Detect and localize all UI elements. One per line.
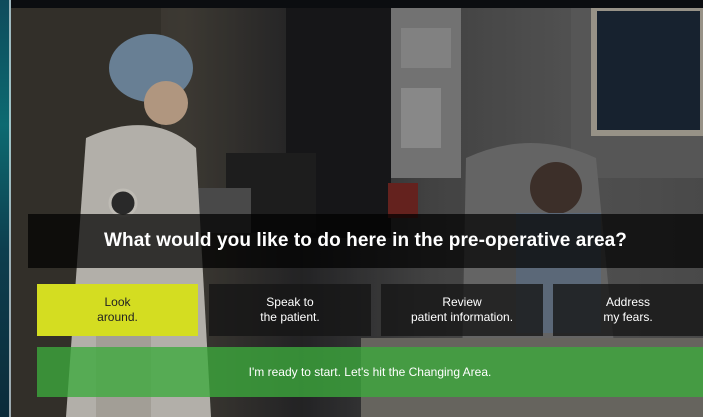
video-player: What would you like to do here in the pr… (0, 0, 703, 417)
option-address-fears-button[interactable]: Address my fears. (553, 284, 703, 336)
option-speak-to-patient-button[interactable]: Speak to the patient. (209, 284, 371, 336)
question-banner: What would you like to do here in the pr… (28, 214, 703, 268)
previous-slide-edge (0, 0, 11, 417)
start-changing-area-button[interactable]: I'm ready to start. Let's hit the Changi… (37, 347, 703, 397)
option-look-around-button[interactable]: Look around. (37, 284, 198, 336)
option-review-patient-info-button[interactable]: Review patient information. (381, 284, 543, 336)
question-text: What would you like to do here in the pr… (103, 230, 627, 251)
